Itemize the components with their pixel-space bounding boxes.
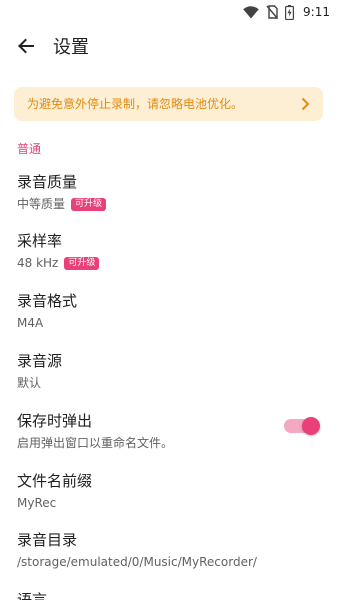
pref-title: 录音质量 bbox=[17, 173, 78, 191]
pref-summary-text: M4A bbox=[17, 316, 44, 330]
pref-title: 保存时弹出 bbox=[17, 412, 93, 430]
pref-summary: /storage/emulated/0/Music/MyRecorder/ bbox=[17, 554, 257, 570]
wifi-icon bbox=[243, 5, 259, 19]
pref-summary-text: 中等质量 bbox=[17, 197, 66, 211]
pref-summary-text: /storage/emulated/0/Music/MyRecorder/ bbox=[17, 555, 257, 569]
pref-summary: 默认 bbox=[17, 375, 41, 391]
no-sim-icon bbox=[266, 5, 279, 19]
pref-summary-text: 48 kHz bbox=[17, 256, 59, 270]
switch-thumb bbox=[302, 417, 320, 435]
pref-summary-text: MyRec bbox=[17, 496, 57, 510]
section-header-general: 普通 bbox=[17, 142, 42, 156]
page-title: 设置 bbox=[53, 37, 89, 58]
clock: 9:11 bbox=[303, 5, 330, 19]
pref-recording-format[interactable]: 录音格式 M4A bbox=[0, 290, 338, 348]
pref-summary-text: 默认 bbox=[17, 376, 42, 390]
pref-recording-quality[interactable]: 录音质量 中等质量 可升级 bbox=[0, 171, 338, 229]
pref-summary: 启用弹出窗口以重命名文件。 bbox=[17, 435, 173, 451]
app-bar: 设置 bbox=[0, 24, 338, 72]
back-button[interactable] bbox=[8, 30, 44, 66]
pref-summary: M4A bbox=[17, 315, 43, 331]
pref-rename-popup[interactable]: 保存时弹出 启用弹出窗口以重命名文件。 bbox=[0, 410, 338, 468]
pref-title: 语言 bbox=[17, 591, 48, 600]
pref-filename-prefix[interactable]: 文件名前缀 MyRec bbox=[0, 470, 338, 528]
upgrade-badge: 可升级 bbox=[64, 256, 100, 270]
upgrade-badge: 可升级 bbox=[71, 197, 107, 211]
pref-title: 采样率 bbox=[17, 232, 63, 250]
pref-title: 录音目录 bbox=[17, 531, 78, 549]
pref-summary: MyRec bbox=[17, 495, 56, 511]
banner-text: 为避免意外停止录制，请忽略电池优化。 bbox=[27, 97, 244, 111]
pref-title: 录音格式 bbox=[17, 292, 78, 310]
pref-title: 文件名前缀 bbox=[17, 472, 93, 490]
pref-recording-directory[interactable]: 录音目录 /storage/emulated/0/Music/MyRecorde… bbox=[0, 529, 338, 587]
pref-summary: 48 kHz 可升级 bbox=[17, 255, 100, 271]
battery-charging-icon bbox=[285, 4, 295, 20]
pref-sample-rate[interactable]: 采样率 48 kHz 可升级 bbox=[0, 230, 338, 288]
rename-popup-switch[interactable] bbox=[282, 416, 320, 435]
status-icons: 9:11 bbox=[243, 4, 330, 20]
pref-recording-source[interactable]: 录音源 默认 bbox=[0, 350, 338, 408]
arrow-back-icon bbox=[17, 37, 35, 59]
pref-language[interactable]: 语言 bbox=[0, 589, 338, 600]
battery-optimization-banner[interactable]: 为避免意外停止录制，请忽略电池优化。 bbox=[14, 87, 323, 121]
pref-summary-text: 启用弹出窗口以重命名文件。 bbox=[17, 436, 174, 450]
chevron-right-icon bbox=[297, 96, 313, 112]
pref-summary: 中等质量 可升级 bbox=[17, 196, 107, 212]
status-bar: 9:11 bbox=[0, 0, 338, 24]
pref-title: 录音源 bbox=[17, 352, 63, 370]
